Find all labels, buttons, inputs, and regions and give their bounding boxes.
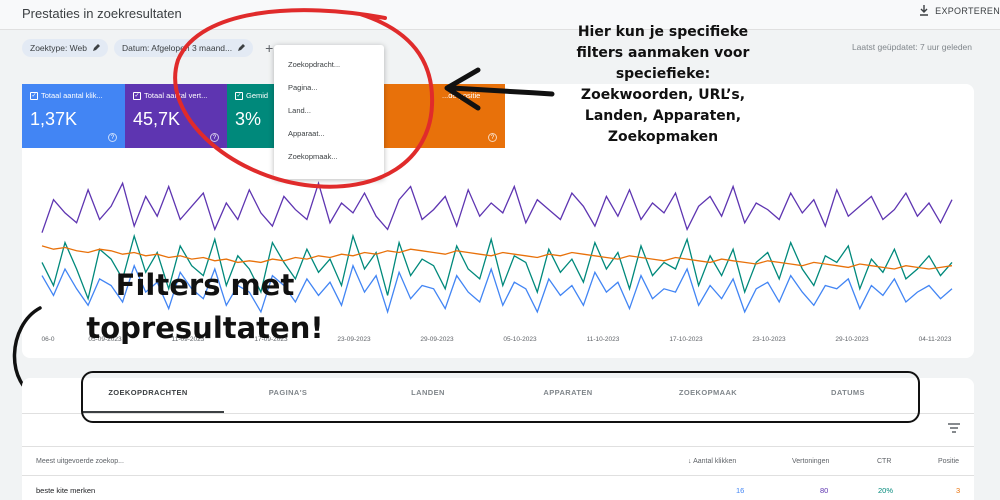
x-tick-label: 17-10-2023 [669,336,703,343]
tabs-highlight-box [81,371,920,423]
annotation-line: speciefieke: [615,66,711,82]
metric-label: Totaal aantal klik... [41,91,103,100]
menu-item-search-appearance[interactable]: Zoekopmaak... [274,145,384,168]
last-updated-text: Laatst geüpdatet: 7 uur geleden [851,42,972,52]
top-bar: Prestaties in zoekresultaten EXPORTEREN [0,0,1000,30]
metric-value: 45,7K [133,109,181,129]
column-header-position[interactable]: Positie [938,458,959,465]
filter-bar: Zoektype: Web Datum: Afgelopen 3 maand..… [22,39,273,57]
metric-label: Totaal aantal vert... [144,91,208,100]
annotation-line: Zoekopmaken [607,129,719,145]
annotation-line: topresultaten! [86,311,324,345]
metric-label: Gemid [246,91,269,100]
x-tick-label: 23-10-2023 [752,336,786,343]
filter-chip-search-type[interactable]: Zoektype: Web [22,39,109,57]
x-tick-label: 11-10-2023 [586,336,620,343]
x-tick-label: 04-11-2023 [918,336,952,343]
column-header-clicks-label: Aantal klikken [693,458,737,465]
annotation-heading: Filters met topresultaten! [50,264,360,350]
checkbox-icon: ✓ [30,91,38,100]
chip-label: Datum: Afgelopen 3 maand... [122,43,233,53]
annotation-line: Landen, Apparaten, [584,108,742,124]
table-header: Meest uitgevoerde zoekop... ↓ Aantal kli… [22,446,974,476]
annotation-line: filters aanmaken voor [576,45,750,61]
add-filter-button[interactable]: + [265,40,273,56]
cell-position: 3 [956,486,961,495]
filter-icon[interactable] [947,422,961,434]
column-header-clicks[interactable]: ↓ Aantal klikken [688,458,736,465]
annotation-text-right: Hier kun je specifieke filters aanmaken … [548,22,778,148]
export-button[interactable]: EXPORTEREN [919,5,1000,16]
column-header-impressions[interactable]: Vertoningen [792,458,829,465]
menu-item-country[interactable]: Land... [274,99,384,122]
column-header-ctr[interactable]: CTR [877,458,891,465]
metric-label: ...de positie [442,91,481,100]
cell-clicks: 16 [736,486,745,495]
help-icon[interactable]: ? [108,133,117,142]
annotation-line: Filters met [115,268,295,302]
menu-item-page[interactable]: Pagina... [274,76,384,99]
export-label: EXPORTEREN [935,5,1000,16]
cell-query: beste kite merken [36,486,96,495]
menu-item-query[interactable]: Zoekopdracht... [274,53,384,76]
page-title: Prestaties in zoekresultaten [22,6,182,21]
checkbox-icon: ✓ [133,91,141,100]
metric-clicks[interactable]: ✓ Totaal aantal klik... 1,37K ? [22,84,125,148]
chip-label: Zoektype: Web [30,43,88,53]
annotation-line: Hier kun je specifieke [577,24,749,40]
annotation-line: Zoekwoorden, URL’s, [580,87,746,103]
cell-ctr: 20% [878,486,894,495]
column-header-query[interactable]: Meest uitgevoerde zoekop... [36,458,124,465]
download-icon [920,5,929,16]
checkbox-icon: ✓ [235,91,243,100]
x-tick-label: 29-10-2023 [835,336,869,343]
pencil-icon [238,44,246,51]
metric-impressions[interactable]: ✓ Totaal aantal vert... 45,7K ? [125,84,227,148]
help-icon[interactable]: ? [488,133,497,142]
cell-impressions: 80 [820,486,829,495]
metric-value: 1,37K [30,109,78,129]
series-line-0 [41,180,953,233]
filter-chip-date[interactable]: Datum: Afgelopen 3 maand... [114,39,254,57]
metric-cards: ✓ Totaal aantal klik... 1,37K ? ✓ Totaal a… [22,84,505,148]
pencil-icon [93,44,101,51]
menu-item-device[interactable]: Apparaat... [274,122,384,145]
x-tick-label: 29-09-2023 [420,336,454,343]
help-icon[interactable]: ? [210,133,219,142]
x-tick-label: 05-10-2023 [503,336,537,343]
search-console-app: Prestaties in zoekresultaten EXPORTEREN … [0,0,1000,500]
filter-dropdown-menu: Zoekopdracht... Pagina... Land... Appara… [274,45,384,179]
table-row[interactable]: beste kite merken 16 80 20% 3 [22,476,974,500]
